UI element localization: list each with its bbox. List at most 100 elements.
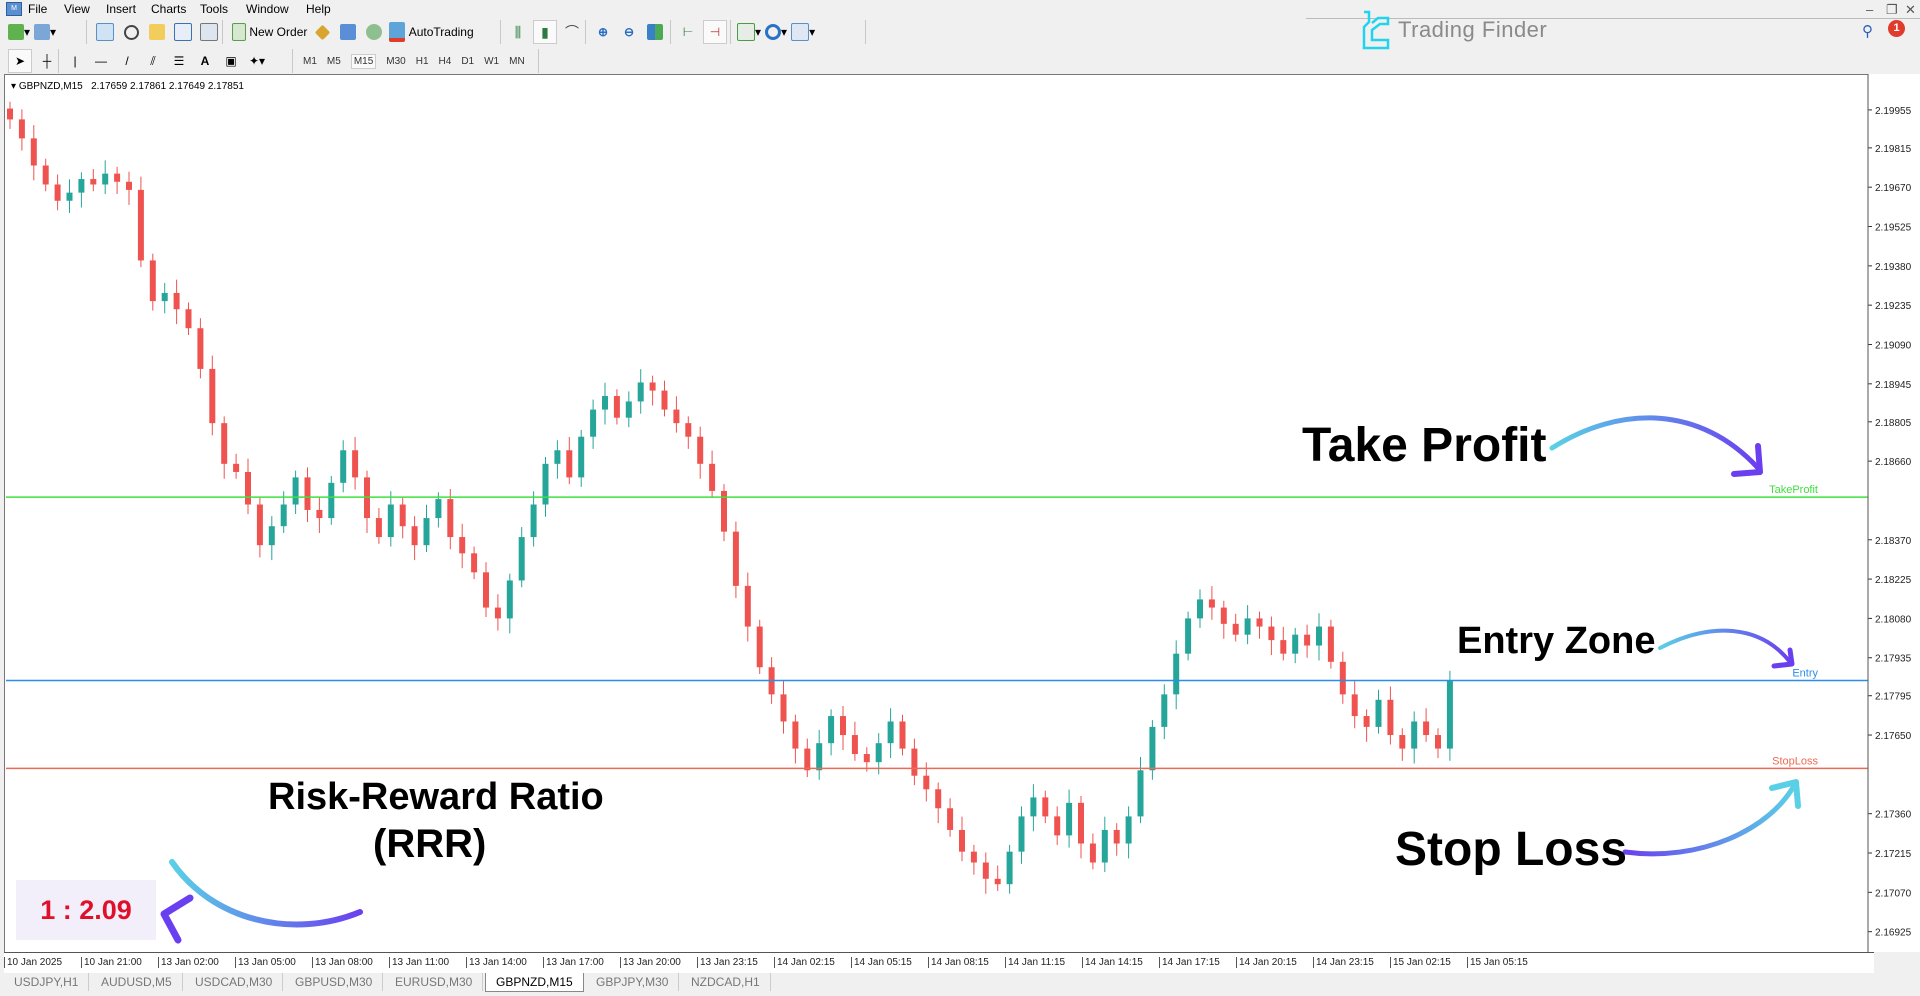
line-chart-button[interactable]: ⌒ (561, 21, 583, 43)
chart-tab[interactable]: NZDCAD,H1 (681, 973, 771, 991)
menu-tools[interactable]: Tools (200, 2, 228, 16)
new-chart-icon (8, 24, 24, 40)
y-tick: 2.17935 (1868, 654, 1912, 665)
zoom-out-icon: ⊖ (623, 25, 635, 39)
level-price-label: 2.17851 (1872, 677, 1909, 688)
new-order-label: New Order (249, 25, 308, 39)
timeframe-m30[interactable]: M30 (386, 56, 405, 67)
y-tick: 2.18660 (1868, 457, 1912, 468)
crosshair-tool[interactable]: ┼ (36, 50, 58, 72)
timeframe-m15[interactable]: M15 (350, 53, 377, 69)
text-label-tool[interactable]: ▣ (220, 50, 242, 72)
app-icon: M (6, 2, 22, 16)
chart-menu-icon[interactable]: ▾ (11, 81, 16, 92)
navigator-button[interactable] (146, 21, 168, 43)
y-tick: 2.17795 (1868, 692, 1912, 703)
drawing-toolbar: ➤ ┼ | — / ⫽ ☰ A ▣ ✦▾ M1 M5 M15 M30 H1 H4… (0, 47, 1920, 73)
y-tick: 2.17215 (1868, 849, 1912, 860)
x-tick-label: 13 Jan 02:00 (158, 957, 219, 968)
candlestick-chart-button[interactable]: ▮ (533, 20, 557, 44)
autoscroll-button[interactable]: ⊣ (703, 20, 727, 44)
x-tick-label: 13 Jan 08:00 (312, 957, 373, 968)
periods-button[interactable]: ▾ (765, 21, 787, 43)
trendline-tool[interactable]: / (116, 50, 138, 72)
menu-charts[interactable]: Charts (151, 2, 186, 16)
timeframe-h4[interactable]: H4 (439, 56, 452, 67)
chart-tab[interactable]: GBPUSD,M30 (285, 973, 384, 991)
y-tick: 2.19380 (1868, 262, 1912, 273)
signals-icon (340, 24, 357, 40)
equidistant-channel-tool[interactable]: ⫽ (142, 50, 164, 72)
y-tick: 2.18805 (1868, 418, 1912, 429)
new-order-button[interactable]: New Order (232, 21, 307, 43)
x-tick-label: 14 Jan 11:15 (1005, 957, 1065, 968)
menu-file[interactable]: File (28, 2, 47, 16)
cursor-tool[interactable]: ➤ (8, 49, 32, 73)
y-tick-label: 2.19955 (1875, 106, 1912, 117)
y-tick-label: 2.16925 (1875, 928, 1912, 939)
x-tick-label: 13 Jan 11:00 (389, 957, 449, 968)
menu-help[interactable]: Help (306, 2, 331, 16)
templates-button[interactable]: ▾ (791, 21, 815, 43)
signals-button[interactable] (337, 21, 359, 43)
close-button[interactable]: ✕ (1905, 2, 1916, 18)
level-price-label: 2.18527 (1872, 493, 1909, 504)
x-tick-label: 13 Jan 23:15 (697, 957, 758, 968)
market-watch-button[interactable] (94, 21, 116, 43)
templates-icon (791, 23, 810, 41)
new-chart-button[interactable]: ▾ (8, 21, 30, 43)
horizontal-line-tool[interactable]: — (90, 50, 112, 72)
indicators-button[interactable]: ▾ (737, 21, 761, 43)
chart-tab[interactable]: EURUSD,M30 (385, 973, 484, 991)
timeframe-d1[interactable]: D1 (461, 56, 474, 67)
chart-tab[interactable]: USDJPY,H1 (4, 973, 90, 991)
timeframe-h1[interactable]: H1 (416, 56, 429, 67)
fibonacci-tool[interactable]: ☰ (168, 50, 190, 72)
bar-chart-button[interactable]: ⫼ (507, 21, 529, 43)
search-icon[interactable]: ⚲ (1862, 22, 1873, 40)
profiles-button[interactable]: ▾ (34, 21, 56, 43)
chart-tab[interactable]: AUDUSD,M5 (91, 973, 183, 991)
market-button[interactable] (363, 21, 385, 43)
y-tick: 2.19670 (1868, 183, 1912, 194)
zoom-out-button[interactable]: ⊖ (618, 21, 640, 43)
level-price-tag (1869, 761, 1915, 775)
chart-shift-button[interactable]: ⊢ (677, 21, 699, 43)
terminal-button[interactable] (172, 21, 194, 43)
arrows-tool[interactable]: ✦▾ (246, 50, 268, 72)
y-tick-label: 2.19235 (1875, 301, 1912, 312)
rrr-panel: 1 : 2.09 (16, 880, 156, 940)
strategy-tester-button[interactable] (198, 21, 220, 43)
tile-windows-button[interactable] (644, 21, 666, 43)
y-tick-label: 2.17935 (1875, 654, 1912, 665)
crosshair-target-icon (123, 24, 139, 40)
autotrading-button[interactable]: AutoTrading (389, 21, 474, 43)
rrr-value: 1 : 2.09 (40, 894, 132, 925)
autotrading-label: AutoTrading (408, 25, 474, 39)
notification-count: 1 (1893, 22, 1900, 34)
chart-tab[interactable]: GBPNZD,M15 (485, 973, 584, 992)
market-icon (366, 24, 383, 40)
chart-tab[interactable]: USDCAD,M30 (185, 973, 284, 991)
autotrading-icon (389, 22, 406, 42)
metaeditor-button[interactable] (311, 21, 333, 43)
restore-button[interactable]: ❐ (1886, 2, 1898, 18)
chart-tab[interactable]: GBPJPY,M30 (586, 973, 680, 991)
data-window-button[interactable] (120, 21, 142, 43)
zoom-in-button[interactable]: ⊕ (592, 21, 614, 43)
text-tool[interactable]: A (194, 50, 216, 72)
menu-view[interactable]: View (64, 2, 90, 16)
timeframe-m5[interactable]: M5 (327, 56, 341, 67)
menu-window[interactable]: Window (246, 2, 289, 16)
x-tick-label: 13 Jan 20:00 (620, 957, 681, 968)
timeframe-w1[interactable]: W1 (484, 56, 499, 67)
vertical-line-tool[interactable]: | (64, 50, 86, 72)
notifications-button[interactable]: 1 (1888, 20, 1905, 37)
menu-insert[interactable]: Insert (106, 2, 136, 16)
rrr-subtitle: (RRR) (373, 822, 487, 866)
x-tick-label: 14 Jan 08:15 (928, 957, 989, 968)
minimize-button[interactable]: – (1866, 2, 1873, 17)
timeframe-m1[interactable]: M1 (303, 56, 317, 67)
timeframe-mn[interactable]: MN (509, 56, 525, 67)
y-tick: 2.19815 (1868, 144, 1912, 155)
